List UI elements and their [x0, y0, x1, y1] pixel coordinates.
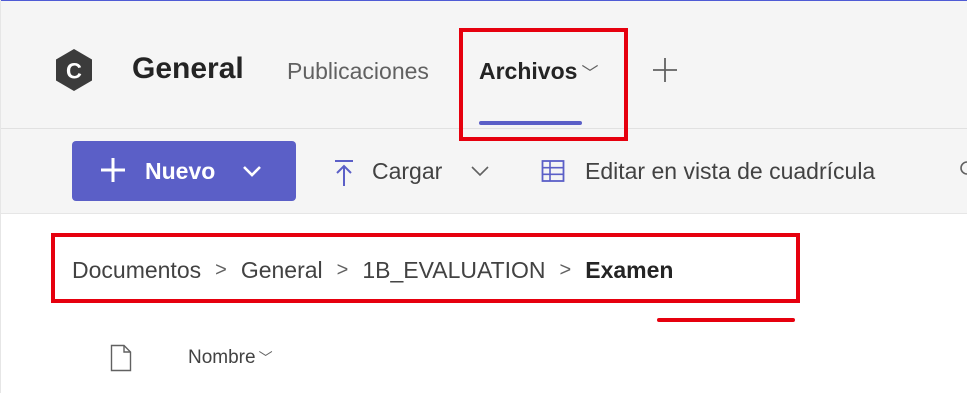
upload-icon[interactable]: [332, 159, 356, 187]
column-label: Nombre: [188, 347, 256, 368]
annotation-box-tab: [459, 28, 628, 141]
edit-grid-view-button[interactable]: Editar en vista de cuadrícula: [585, 158, 875, 185]
command-bar: Nuevo Cargar Editar en vista de cuadrícu…: [0, 129, 967, 214]
plus-icon: [101, 158, 125, 182]
file-type-icon: [110, 344, 132, 372]
window-top-border: [0, 0, 967, 1]
chevron-down-icon: [243, 166, 261, 177]
chevron-down-icon[interactable]: [470, 163, 490, 179]
upload-button[interactable]: Cargar: [372, 158, 442, 185]
team-initial: C: [66, 59, 82, 84]
tab-label: Publicaciones: [287, 58, 429, 84]
window-left-border: [0, 0, 1, 393]
annotation-underline: [657, 318, 795, 322]
chevron-down-icon: ﹀: [258, 350, 273, 366]
tab-publicaciones[interactable]: Publicaciones: [287, 58, 429, 85]
partial-icon[interactable]: [958, 160, 967, 182]
channel-title: General: [132, 52, 244, 85]
annotation-box-breadcrumb: [51, 233, 800, 303]
grid-view-icon[interactable]: [541, 159, 565, 183]
team-avatar-icon[interactable]: C: [52, 48, 96, 92]
new-button[interactable]: Nuevo: [72, 141, 296, 201]
plus-icon[interactable]: [651, 56, 679, 84]
new-button-label: Nuevo: [145, 158, 216, 184]
column-header-nombre[interactable]: Nombre ﹀: [188, 347, 273, 369]
